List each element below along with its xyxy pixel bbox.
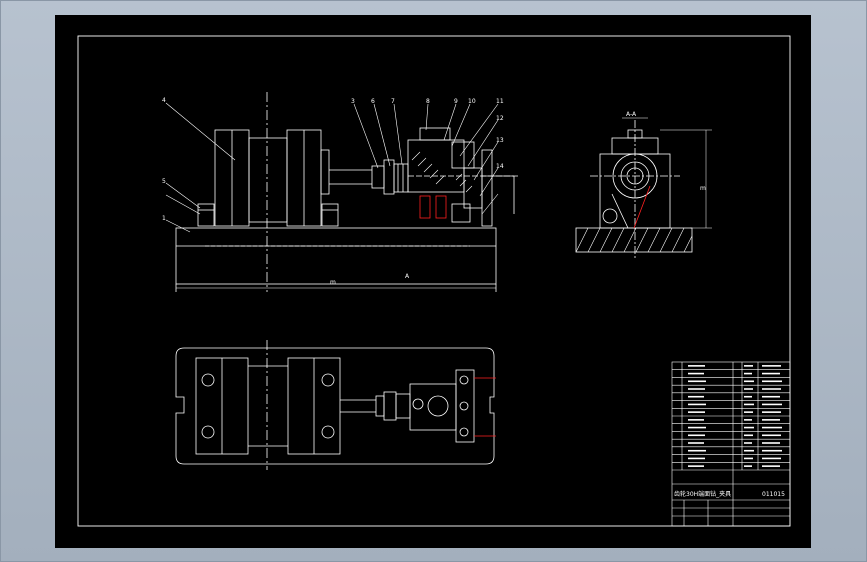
balloon-13: 13 [496, 137, 504, 144]
balloon-5: 5 [162, 178, 166, 185]
balloon-9: 9 [454, 98, 458, 105]
parts-cell-text [744, 395, 752, 398]
parts-cell-text [688, 465, 704, 467]
parts-cell-text [688, 403, 706, 406]
parts-cell-text [744, 411, 753, 413]
parts-cell-text [688, 380, 706, 383]
parts-cell-text [688, 365, 705, 367]
cad-drawing-canvas[interactable]: 4 5 1 3 6 7 8 9 10 11 12 13 14 ⅿ A A-A ⅿ… [0, 0, 867, 562]
section-label: A-A [626, 111, 637, 118]
balloon-1: 1 [162, 215, 166, 222]
parts-cell-text [744, 403, 754, 406]
parts-cell-text [744, 465, 752, 467]
parts-cell-text [744, 388, 753, 390]
balloon-11: 11 [496, 98, 504, 105]
parts-cell-text [762, 403, 782, 406]
parts-cell-text [688, 419, 704, 421]
parts-cell-text [688, 434, 705, 437]
parts-cell-text [688, 442, 704, 444]
parts-cell-text [688, 372, 704, 375]
parts-cell-text [762, 395, 780, 398]
parts-cell-text [762, 411, 781, 413]
parts-cell-text [762, 434, 781, 437]
parts-cell-text [688, 411, 705, 413]
balloon-12: 12 [496, 115, 504, 122]
height-dimension: ⅿ [700, 185, 706, 192]
drawing-title: 齿轮30H端面钻_夹具 [674, 490, 731, 498]
balloon-7: 7 [391, 98, 395, 105]
parts-cell-text [762, 380, 782, 383]
balloon-4: 4 [162, 97, 166, 104]
parts-cell-text [762, 442, 780, 444]
balloon-8: 8 [426, 98, 430, 105]
parts-cell-text [762, 419, 780, 421]
parts-cell-text [762, 457, 781, 460]
balloon-3: 3 [351, 98, 355, 105]
parts-cell-text [688, 388, 705, 390]
parts-cell-text [744, 372, 752, 375]
parts-cell-text [744, 442, 752, 444]
parts-cell-text [762, 426, 782, 429]
balloon-14: 14 [496, 163, 504, 170]
parts-cell-text [762, 365, 781, 367]
overall-length-dimension: ⅿ [330, 279, 336, 286]
parts-cell-text [744, 365, 753, 367]
parts-cell-text [744, 449, 754, 452]
parts-cell-text [762, 388, 781, 390]
parts-cell-text [744, 380, 754, 383]
balloon-10: 10 [468, 98, 476, 105]
parts-cell-text [744, 426, 754, 429]
parts-cell-text [762, 449, 782, 452]
parts-cell-text [688, 457, 705, 460]
balloon-6: 6 [371, 98, 375, 105]
parts-cell-text [744, 419, 752, 421]
parts-cell-text [762, 372, 780, 375]
parts-cell-text [762, 465, 780, 467]
parts-cell-text [744, 434, 753, 437]
parts-cell-text [688, 395, 704, 398]
parts-cell-text [688, 449, 706, 452]
drawing-code: 011015 [762, 491, 785, 498]
parts-cell-text [744, 457, 753, 460]
parts-cell-text [688, 426, 706, 429]
drawing-sheet [55, 15, 811, 548]
